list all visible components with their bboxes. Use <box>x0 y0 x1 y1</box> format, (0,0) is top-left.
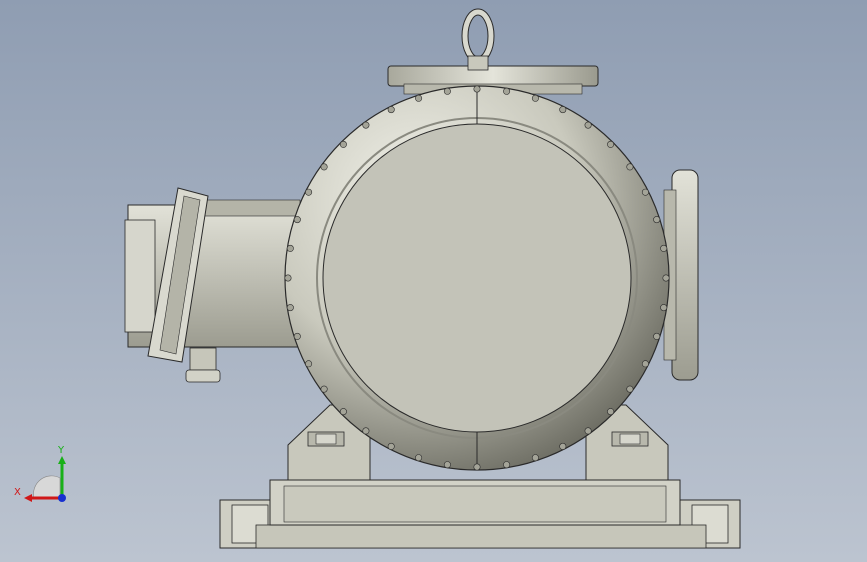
housing-bolt <box>584 427 592 435</box>
motor-model[interactable] <box>0 0 867 562</box>
housing-bolt <box>443 87 451 95</box>
x-axis-arrowhead <box>24 494 32 502</box>
housing-bolt <box>626 385 634 393</box>
housing-bolt <box>387 442 395 450</box>
housing-bolt <box>387 106 395 114</box>
housing-bolt <box>660 304 668 312</box>
housing-bolt <box>503 461 511 469</box>
y-axis-label: Y <box>57 445 65 456</box>
housing-bolt <box>305 360 313 368</box>
housing-bolt <box>531 454 539 462</box>
housing-bolt <box>293 332 301 340</box>
housing-bolt <box>607 408 615 416</box>
housing-bolt <box>339 140 347 148</box>
y-axis-arrowhead <box>58 456 66 464</box>
housing-bolt <box>607 140 615 148</box>
coordinate-triad: X Y <box>14 445 66 502</box>
housing-bolt <box>339 408 347 416</box>
base-plate <box>219 479 741 549</box>
housing-bolt <box>320 385 328 393</box>
housing-bolt <box>286 244 294 252</box>
z-axis-dot <box>58 494 66 502</box>
housing-bolt <box>626 163 634 171</box>
housing-bolt <box>415 454 423 462</box>
graphics-viewport[interactable]: X Y <box>0 0 867 562</box>
housing-bolt <box>473 463 481 471</box>
housing-bolt <box>559 442 567 450</box>
housing-bolt <box>531 94 539 102</box>
top-flange <box>387 8 599 95</box>
housing-bolt <box>473 85 481 93</box>
housing-bolt <box>584 121 592 129</box>
housing-bolt <box>286 304 294 312</box>
housing-bolt <box>653 216 661 224</box>
housing-bolt <box>660 244 668 252</box>
x-axis-label: X <box>14 487 21 498</box>
housing-bolt <box>305 188 313 196</box>
triad-plane-icon <box>33 475 61 499</box>
housing-bolt <box>362 121 370 129</box>
housing-bolt <box>293 216 301 224</box>
housing-bolt <box>320 163 328 171</box>
terminal-box <box>124 187 309 383</box>
housing-bolt <box>641 188 649 196</box>
housing-bolt <box>503 87 511 95</box>
housing-bolt <box>653 332 661 340</box>
housing-bolt <box>443 461 451 469</box>
housing-bolt <box>284 274 292 282</box>
housing-bolt <box>559 106 567 114</box>
housing-bolt <box>415 94 423 102</box>
housing-bolt <box>362 427 370 435</box>
housing-bolt <box>641 360 649 368</box>
housing-bolt <box>662 274 670 282</box>
